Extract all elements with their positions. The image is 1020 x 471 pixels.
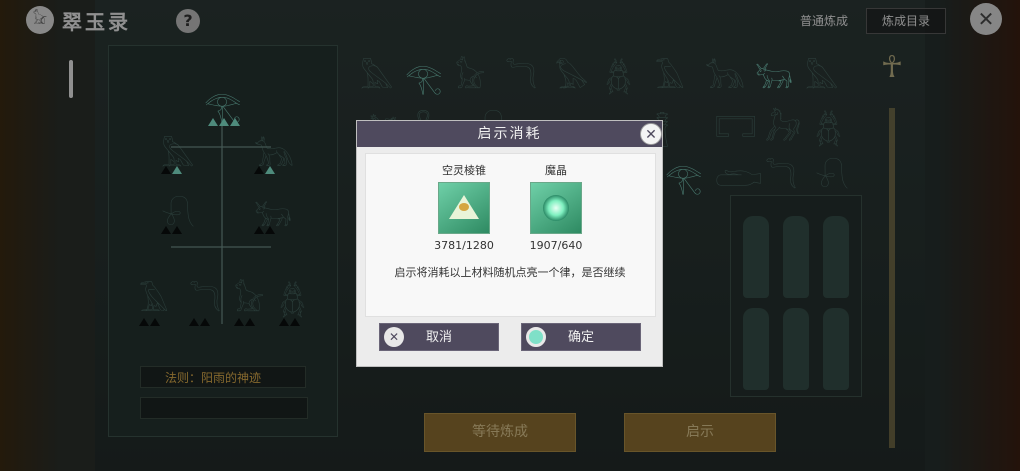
dialog-content: 空灵棱锥 3781/1280 魔晶 1907/640 启示将消耗以上材料随机点亮… bbox=[365, 153, 656, 317]
cancel-x-icon: ✕ bbox=[384, 327, 404, 347]
confirm-circle-icon bbox=[526, 327, 546, 347]
cancel-label: 取消 bbox=[425, 330, 452, 345]
cost-item: 空灵棱锥 3781/1280 bbox=[424, 164, 504, 252]
item-name: 魔晶 bbox=[545, 164, 567, 177]
dialog-description: 启示将消耗以上材料随机点亮一个律，是否继续 bbox=[394, 266, 626, 279]
reveal-cost-dialog: 启示消耗 ✕ 空灵棱锥 3781/1280 魔晶 1907/640 启示将消耗以… bbox=[356, 120, 663, 367]
cost-item: 魔晶 1907/640 bbox=[516, 164, 596, 252]
item-name: 空灵棱锥 bbox=[442, 164, 486, 177]
item-count: 1907/640 bbox=[529, 239, 583, 252]
dialog-title: 启示消耗 bbox=[357, 121, 662, 147]
cancel-button[interactable]: ✕ 取消 bbox=[379, 323, 499, 351]
item-count: 3781/1280 bbox=[434, 239, 494, 252]
magic-crystal-icon[interactable] bbox=[530, 182, 582, 234]
dialog-close-icon[interactable]: ✕ bbox=[640, 123, 662, 145]
pyramid-crystal-icon[interactable] bbox=[438, 182, 490, 234]
confirm-button[interactable]: 确定 bbox=[521, 323, 641, 351]
confirm-label: 确定 bbox=[567, 330, 594, 345]
